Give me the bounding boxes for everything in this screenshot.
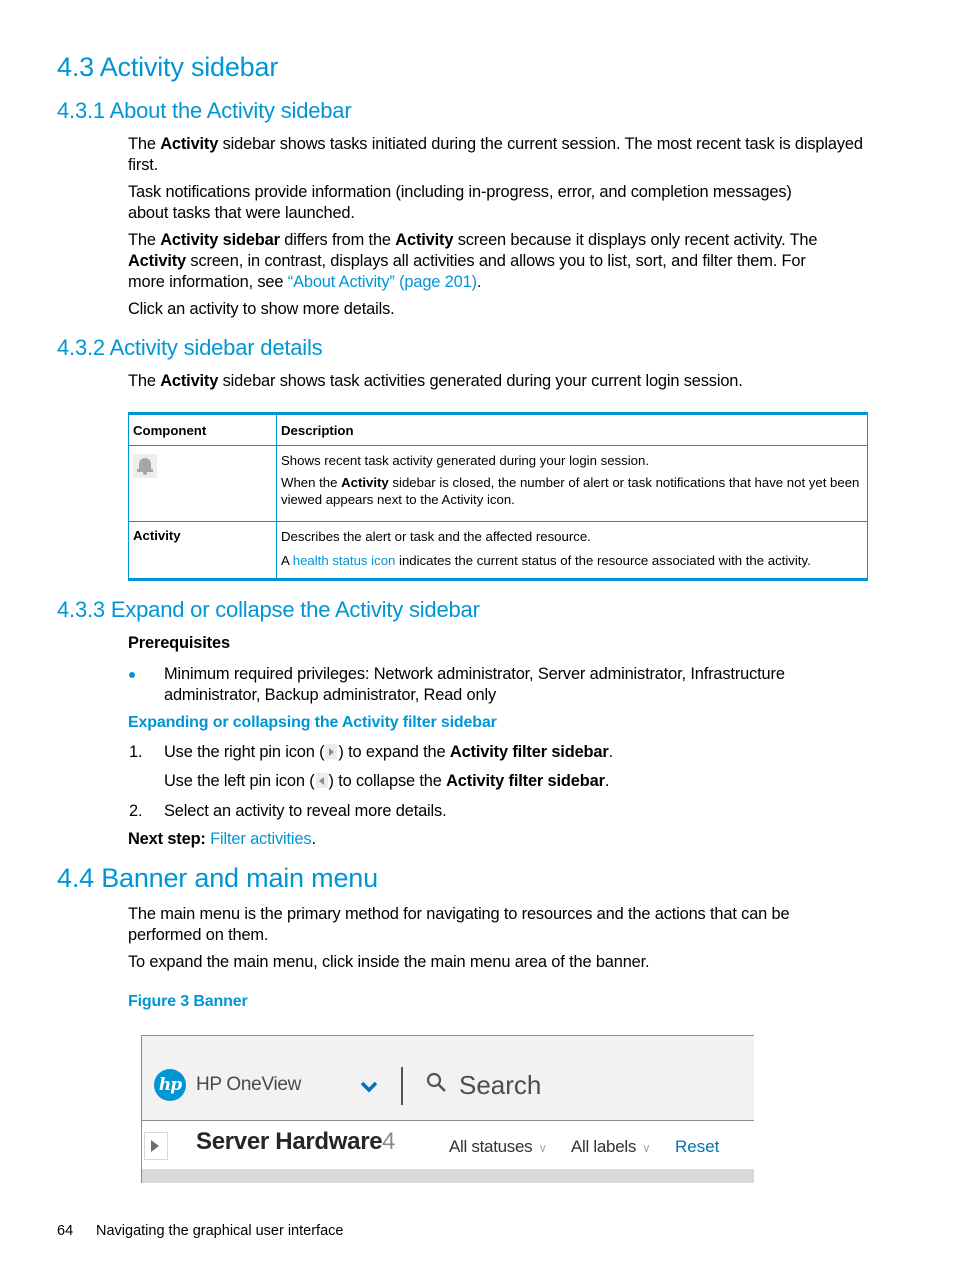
prerequisites-label: Prerequisites	[128, 634, 230, 652]
description-text: When the Activity sidebar is closed, the…	[281, 475, 860, 507]
paragraph: The main menu is the primary method for …	[128, 905, 790, 944]
heading-4-3-1: 4.3.1 About the Activity sidebar	[57, 98, 352, 123]
health-status-icon-link[interactable]: health status icon	[293, 553, 396, 568]
privileges-bullet: Minimum required privileges: Network adm…	[164, 665, 785, 704]
right-pin-icon	[325, 744, 338, 759]
step-1-text: Use the right pin icon () to expand the …	[164, 743, 614, 761]
figure-caption: Figure 3 Banner	[128, 993, 248, 1010]
table-cell-description: Shows recent task activity generated dur…	[276, 445, 868, 522]
banner-divider	[401, 1067, 403, 1105]
paragraph: The Activity sidebar shows task activiti…	[128, 372, 743, 390]
hp-logo-icon: hp	[154, 1069, 186, 1101]
list-header-bar	[142, 1169, 754, 1183]
step-number: 1.	[129, 743, 143, 761]
item-count: 4	[382, 1128, 396, 1155]
chevron-down-icon[interactable]	[360, 1080, 378, 1094]
bullet-icon	[129, 672, 135, 678]
procedure-title: Expanding or collapsing the Activity fil…	[128, 714, 497, 731]
banner-figure: hp HP OneView Search Server Hardware 4 A…	[141, 1035, 754, 1183]
search-icon	[426, 1072, 446, 1092]
step-number: 2.	[129, 802, 143, 820]
table-row: Activity Describes the alert or task and…	[128, 521, 868, 580]
description-text: Shows recent task activity generated dur…	[281, 453, 649, 468]
label-filter-dropdown[interactable]: All labels ∨	[571, 1137, 651, 1157]
paragraph: Task notifications provide information (…	[128, 183, 792, 222]
column-header-description: Description	[276, 413, 868, 446]
chevron-down-icon: ∨	[538, 1141, 547, 1155]
footer-section-title: Navigating the graphical user interface	[96, 1223, 344, 1239]
sidebar-pin-button[interactable]	[144, 1132, 168, 1160]
table-header-row: Component Description	[128, 413, 868, 446]
heading-4-3-3: 4.3.3 Expand or collapse the Activity si…	[57, 597, 480, 622]
main-menu-app-name[interactable]: HP OneView	[196, 1074, 301, 1096]
paragraph: The Activity sidebar shows tasks initiat…	[128, 135, 863, 174]
left-pin-icon	[315, 773, 328, 788]
search-input[interactable]: Search	[459, 1070, 541, 1101]
about-activity-link[interactable]: “About Activity” (page 201)	[288, 273, 477, 291]
section-4-3-1-body: The Activity sidebar shows tasks initiat…	[128, 134, 888, 320]
paragraph: Click an activity to show more details.	[128, 300, 395, 318]
paragraph: To expand the main menu, click inside th…	[128, 953, 650, 971]
activity-details-table: Component Description Shows recent task …	[128, 412, 868, 581]
paragraph: The Activity sidebar differs from the Ac…	[128, 231, 818, 291]
table-cell-component: Activity	[128, 521, 277, 580]
description-text: A health status icon indicates the curre…	[281, 553, 811, 568]
chevron-down-icon: ∨	[642, 1141, 651, 1155]
column-header-component: Component	[128, 413, 277, 446]
bell-icon	[133, 454, 157, 478]
step-2-text: Select an activity to reveal more detail…	[164, 802, 447, 820]
table-row: Shows recent task activity generated dur…	[128, 445, 868, 522]
status-filter-dropdown[interactable]: All statuses ∨	[449, 1137, 547, 1157]
heading-4-4: 4.4 Banner and main menu	[57, 863, 378, 893]
description-text: Describes the alert or task and the affe…	[281, 529, 591, 544]
page-number: 64	[57, 1223, 74, 1239]
filter-activities-link[interactable]: Filter activities	[210, 830, 311, 848]
table-cell-component	[128, 445, 277, 522]
banner-topbar: hp HP OneView Search	[142, 1036, 754, 1121]
reset-link[interactable]: Reset	[675, 1137, 719, 1157]
page-title: Server Hardware	[196, 1128, 383, 1155]
table-cell-description: Describes the alert or task and the affe…	[276, 521, 868, 580]
heading-4-3: 4.3 Activity sidebar	[57, 52, 279, 82]
next-step: Next step: Filter activities.	[128, 830, 316, 848]
step-1-subtext: Use the left pin icon () to collapse the…	[164, 772, 610, 790]
heading-4-3-2: 4.3.2 Activity sidebar details	[57, 335, 323, 360]
